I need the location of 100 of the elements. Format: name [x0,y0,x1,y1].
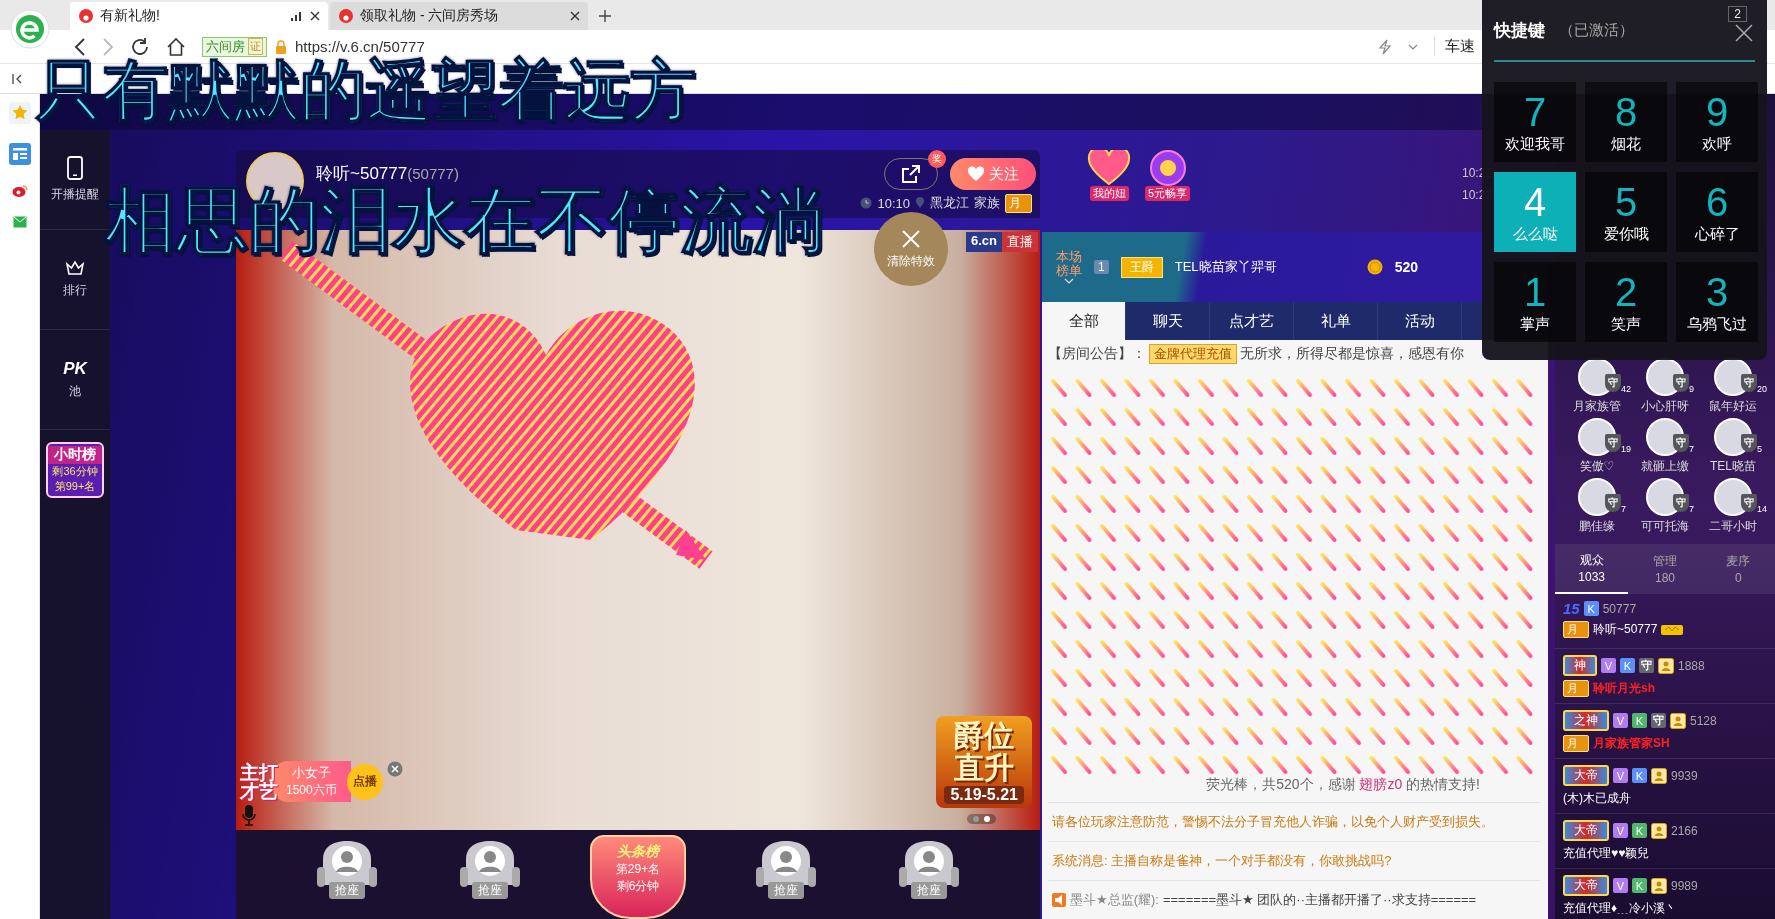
promo-banner[interactable]: 爵位 直升 5.19-5.21 [936,716,1032,808]
guard-name[interactable]: TEL晓苗 [1710,458,1756,475]
guard-shield: 守 [1605,374,1621,392]
k-tag: K [1632,768,1647,783]
chat-username[interactable]: 墨斗★总监(耀): [1070,891,1159,909]
pager-dot[interactable] [973,816,979,822]
browser-tab[interactable]: 有新礼物! [70,2,328,30]
close-icon[interactable] [310,11,320,21]
browser-tab[interactable]: 领取礼物 - 六间房秀场 [330,2,588,30]
vip-tag: V [1601,658,1616,673]
guard-avatar[interactable] [1714,418,1752,456]
heart-gift-icon [1087,150,1131,186]
request-song-button[interactable]: 点播 [346,763,383,800]
heart-icon [967,166,985,182]
guard-avatar[interactable] [1578,478,1616,516]
guard-level: 7 [1689,504,1694,514]
gift-shortcut[interactable]: 我的妞 [1087,150,1131,201]
guard-name[interactable]: 就砸上缴 [1641,458,1689,475]
guard-avatar[interactable] [1578,418,1616,456]
chevron-down-icon[interactable] [1408,43,1418,50]
k-tag: K [1620,658,1635,673]
close-icon[interactable] [570,11,580,21]
chat-tab[interactable]: 全部 [1042,302,1126,340]
window-count-badge[interactable]: 2 [1728,6,1747,22]
notice-text: 无所求，所得尽都是惊喜，感恩有你 [1240,345,1464,364]
guard-name[interactable]: 可可托海 [1641,518,1689,535]
guard-name[interactable]: 小心肝呀 [1641,398,1689,415]
user-name[interactable]: (木)木已成舟 [1563,790,1631,807]
promo-title: 直升 [954,751,1015,783]
user-name[interactable]: 聆听~50777 [1593,621,1658,638]
rank-text: 第29+名 [615,861,661,878]
guard-tag: 守 [1639,658,1654,673]
promo-dates: 5.19-5.21 [944,786,1024,804]
close-icon[interactable] [1735,24,1753,42]
chevron-down-icon [1064,278,1074,285]
back-icon[interactable] [74,37,86,56]
microphone-icon[interactable] [242,804,256,826]
gift-thanks-message: 荧光棒，共520个，感谢 翅膀z0 的热情支持! [1048,776,1540,803]
guard-name[interactable]: 二哥小时 [1709,518,1757,535]
nav-label: 池 [69,382,81,400]
nav-item[interactable]: 开播提醒 [40,130,110,230]
guard-name[interactable]: 鹏佳缘 [1579,518,1615,535]
guard-shield: 守 [1741,374,1757,392]
headline-rank-badge[interactable]: 头条榜 第29+名 剩6分钟 [590,835,686,919]
shortcut-key[interactable]: 6 心碎了 [1676,172,1758,252]
crown-title: 大帝 [1563,765,1609,786]
shortcut-key[interactable]: 5 爱你哦 [1585,172,1667,252]
pager-dot[interactable] [984,816,990,822]
shortcut-key[interactable]: 8 烟花 [1585,82,1667,162]
close-icon [901,228,921,249]
user-name[interactable]: 月家族管家SH [1593,735,1670,752]
shortcut-key[interactable]: 2 笑声 [1585,262,1667,342]
audience-tab[interactable]: 麦序 0 [1701,544,1775,594]
family-badge: 月 [1563,735,1589,752]
anchor-name: 聆听~50777 [316,163,408,184]
guard-shield: 守 [1673,374,1689,392]
collapse-icon[interactable] [12,72,24,85]
user-name[interactable]: 充值代理♥♥颖兒 [1563,845,1650,862]
vip-tag: V [1613,768,1628,783]
rank-user[interactable]: TEL晓苗家丫羿哥 [1174,258,1355,276]
shortcut-key[interactable]: 1 掌声 [1494,262,1576,342]
user-name[interactable]: 充值代理♦﹍冷小溪丶 [1563,900,1678,917]
mail-icon[interactable] [12,216,27,228]
user-number: 9939 [1671,768,1698,783]
guard-name[interactable]: 鼠年好运 [1709,398,1757,415]
family-badge: 月 [1563,621,1589,638]
promo-title: 爵位 [954,720,1015,752]
guard-avatar[interactable] [1646,418,1684,456]
k-tag: K [1632,713,1647,728]
rank-label-text: 本场 [1056,249,1082,264]
crown-icon [65,260,85,276]
guard-avatar[interactable] [1646,478,1684,516]
weibo-icon[interactable] [11,184,28,198]
guard-avatar[interactable] [1714,478,1752,516]
lightning-icon[interactable] [1378,38,1392,55]
user-number: 2166 [1671,823,1698,838]
user-number: 50777 [1602,601,1637,616]
gift-shortcut[interactable]: 5元畅享 [1145,150,1191,201]
title-badge: 王爵 [1120,256,1163,278]
new-tab-icon[interactable] [598,9,612,23]
guard-name[interactable]: 笑傲♡ [1579,458,1615,475]
home-icon[interactable] [166,36,186,57]
shortcut-key[interactable]: 7 欢迎我哥 [1494,82,1576,162]
speaker-badge-icon [1052,893,1066,907]
user-name[interactable]: 聆听月光sh [1593,680,1655,697]
news-list-icon[interactable] [7,142,32,166]
rank-label-text: 榜单 [1056,264,1082,279]
hour-rank-badge[interactable]: 小时榜 剩36分钟 第99+名 [46,442,104,498]
user-number: 5128 [1690,713,1717,728]
search-field[interactable]: 车速 [1434,37,1475,56]
audience-tab[interactable]: 观众 1033 [1555,544,1629,594]
shortcut-key[interactable]: 3 乌鸦飞过 [1676,262,1758,342]
guard-shield: 守 [1605,434,1621,452]
reload-icon[interactable] [130,36,150,57]
nav-item[interactable]: PK 池 [40,330,110,430]
audience-tab[interactable]: 管理 180 [1628,544,1702,594]
family-badge: 月 [1563,680,1589,697]
shortcut-key[interactable]: 9 欢呼 [1676,82,1758,162]
guard-level: 7 [1621,504,1626,514]
guard-name[interactable]: 月家族管 [1573,398,1621,415]
